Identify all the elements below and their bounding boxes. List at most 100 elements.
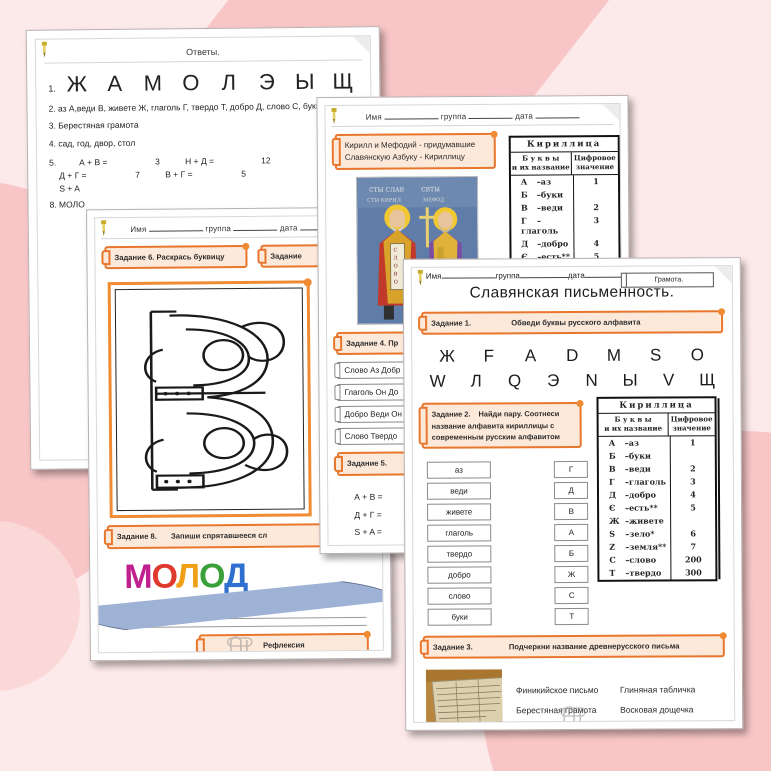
illuminated-letter-frame[interactable] — [107, 278, 312, 519]
alphabet-letter[interactable]: S — [641, 346, 671, 366]
group-blank[interactable] — [233, 229, 278, 232]
date-blank[interactable] — [535, 117, 580, 119]
option-row[interactable]: Берестяная грамота Восковая дощечка — [516, 699, 724, 720]
match-option-right[interactable]: Г — [553, 460, 589, 478]
task-2-line-3: современным русским алфавитом — [431, 431, 560, 442]
match-option-left[interactable]: добро — [427, 566, 492, 584]
slavic-writing-sheet[interactable]: Имя группа дата Грамота. Славянская письме… — [402, 257, 744, 731]
cyrillic-value-cell: 7 — [690, 541, 697, 552]
name-blank[interactable] — [441, 277, 496, 279]
cyrillic-value-cell — [574, 187, 618, 200]
alphabet-letter[interactable]: F — [474, 347, 504, 367]
cyrillic-value-cell: 300 — [685, 567, 702, 578]
cyrillic-letter-cell: Г –глаголь — [510, 213, 575, 238]
date-label: дата — [515, 111, 533, 121]
name-blank[interactable] — [384, 118, 439, 120]
task-7-number: Задание — [270, 251, 302, 261]
cyrillic-letter-cell: Б –буки — [598, 449, 671, 463]
page-dogear — [352, 36, 370, 54]
matching-exercise[interactable]: аз веди живете глаголь твердо добро слово буки … — [413, 455, 592, 630]
group-label: группа — [495, 271, 520, 281]
cyrillic-table-row: Г –глаголь 3 — [598, 475, 715, 489]
cyrillic-letter-cell: С–слово — [599, 553, 672, 567]
writing-type-option[interactable]: Глиняная табличка — [620, 684, 724, 694]
cyrillic-letter-cell: А –аз — [510, 174, 575, 189]
group-blank[interactable] — [468, 117, 513, 120]
cyrillic-table: Кириллица Б у к в ыи их название Цифровое з… — [596, 396, 718, 582]
illuminated-letter-drawing — [114, 287, 305, 512]
match-option-left[interactable]: глаголь — [427, 524, 492, 542]
banner-dot-icon — [576, 400, 584, 408]
alphabet-row-2[interactable]: WЛQЭNЫVЩ — [412, 366, 732, 393]
cyrillic-letter-cell: Т–твердо — [599, 566, 672, 580]
match-option-right[interactable]: В — [554, 502, 589, 520]
cyrillic-table-row: Ѕ–зело* 6 — [599, 527, 715, 541]
alphabet-letter[interactable]: Э — [538, 371, 568, 391]
match-option-right[interactable]: А — [554, 523, 589, 541]
answer-letter: Э — [258, 69, 276, 95]
cyrillic-table-row: Z–земля** 7 — [599, 540, 715, 554]
match-option-left[interactable]: веди — [426, 482, 492, 500]
cyrillic-table-row: А –аз 1 — [510, 174, 618, 189]
column-header-letters: Б у к в ыи их название — [510, 152, 572, 175]
match-option-left[interactable]: слово — [427, 587, 492, 605]
cyrillic-value-cell: 4 — [690, 489, 696, 500]
option-row[interactable]: Финикийское письмо Глиняная табличка — [516, 679, 724, 700]
match-option-right[interactable]: С — [554, 586, 589, 604]
match-option-right[interactable]: Б — [554, 544, 589, 562]
alphabet-letter[interactable]: M — [599, 346, 629, 366]
answers-title: Ответы. — [186, 46, 220, 58]
alphabet-letter[interactable]: O — [682, 346, 712, 366]
matching-right-column[interactable]: ГДВАБЖСТ — [492, 457, 592, 630]
writing-type-option[interactable]: Восковая дощечка — [620, 704, 724, 714]
match-option-left[interactable]: живете — [427, 503, 492, 521]
answer-letter: М — [143, 70, 164, 96]
cyrillic-value-cell: 6 — [690, 528, 697, 539]
alphabet-letter[interactable]: W — [423, 372, 453, 392]
alphabet-letter[interactable]: Л — [461, 372, 491, 392]
writing-type-options[interactable]: Финикийское письмо Глиняная табличка Берес… — [502, 679, 724, 720]
cyrillic-table-wrapper: Кириллица Б у к в ыи их название Цифровое з… — [596, 396, 718, 582]
cyrillic-letter-cell: Б –буки — [510, 187, 575, 202]
answer-letter: Л — [221, 69, 238, 95]
match-option-right[interactable]: Д — [554, 481, 589, 499]
pushpin-icon — [41, 41, 47, 58]
name-blank[interactable] — [148, 230, 203, 232]
equation-right: В + Г = — [165, 169, 193, 180]
cyrillic-table-row: В –веди 2 — [598, 462, 715, 476]
alphabet-letter[interactable]: V — [654, 371, 684, 391]
frame-dot-icon — [303, 278, 312, 287]
matching-left-column[interactable]: аз веди живете глаголь твердо добро слово буки — [413, 457, 493, 629]
birch-bark-manuscript-icon — [425, 669, 503, 723]
match-option-right[interactable]: Ж — [554, 565, 589, 583]
match-option-right[interactable]: Т — [554, 607, 589, 625]
group-blank[interactable] — [519, 277, 568, 279]
task-2-text-1: Найди пару. Соотнеси — [478, 409, 560, 419]
answer-letter: А — [107, 70, 124, 97]
match-option-left[interactable]: аз — [426, 461, 491, 479]
cyrillic-table-caption: Кириллица — [598, 398, 715, 415]
cyrillic-value-cell: 1 — [689, 437, 696, 448]
cyrillic-table-row: Б –буки — [598, 449, 715, 463]
cyrillic-value-cell: 2 — [690, 463, 696, 474]
alphabet-letter[interactable]: A — [515, 347, 545, 367]
cyrillic-table-header: Б у к в ыи их название Цифровое значение — [510, 151, 618, 176]
alphabet-letter[interactable]: Щ — [692, 371, 722, 391]
task-8-text: Запиши спрятавшееся сл — [170, 531, 268, 541]
alphabet-letter[interactable]: N — [577, 371, 607, 391]
column-header-values: Цифровое значение — [573, 153, 616, 172]
alphabet-letter[interactable]: Q — [500, 372, 530, 392]
task-6-banner: Задание 6. Раскрась буквицу — [104, 242, 250, 270]
writing-type-option[interactable]: Финикийское письмо — [516, 685, 620, 695]
alphabet-letter[interactable]: D — [557, 346, 587, 366]
alphabet-letter[interactable]: Ж — [432, 347, 462, 367]
match-option-left[interactable]: буки — [427, 608, 492, 626]
column-header-letters: Б у к в ыи их название — [598, 413, 669, 436]
task-4-text: Пр — [388, 338, 399, 348]
page-dogear — [714, 266, 732, 284]
alphabet-row-1[interactable]: ЖFADMSO — [412, 341, 732, 368]
alphabet-letter[interactable]: Ы — [615, 371, 645, 391]
column-header-values: Цифровое значение — [670, 414, 713, 433]
match-option-left[interactable]: твердо — [427, 545, 492, 563]
cyrillic-value-cell — [671, 514, 715, 527]
